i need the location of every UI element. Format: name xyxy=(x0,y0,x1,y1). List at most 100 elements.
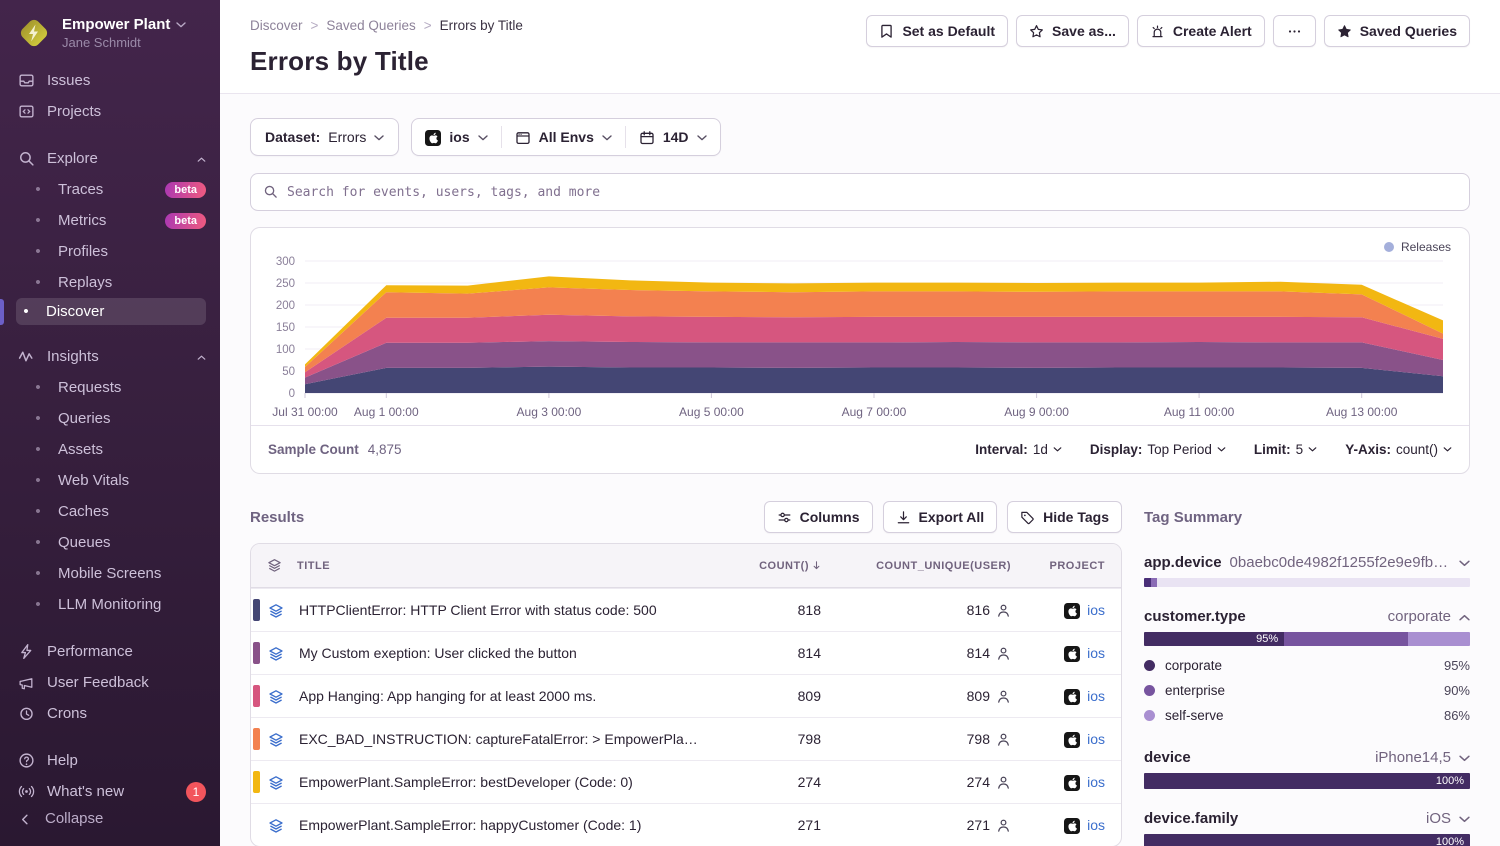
environment-filter[interactable]: All Envs xyxy=(502,119,625,155)
column-header-count-unique[interactable]: COUNT_UNIQUE(USER) xyxy=(821,560,1011,572)
hide-tags-button[interactable]: Hide Tags xyxy=(1007,501,1122,533)
chevron-down-icon xyxy=(176,16,186,33)
chevron-down-icon xyxy=(374,129,384,145)
button-label: Hide Tags xyxy=(1043,509,1109,525)
inbox-icon xyxy=(18,72,35,89)
event-title-link[interactable]: App Hanging: App hanging for at least 20… xyxy=(297,688,701,704)
sidebar-item-mobile-screens[interactable]: •Mobile Screens xyxy=(0,558,220,589)
interval-dropdown[interactable]: Interval:1d xyxy=(975,442,1062,457)
project-link[interactable]: ios xyxy=(1087,774,1105,790)
column-header-count[interactable]: COUNT() xyxy=(701,560,821,572)
sidebar-item-issues[interactable]: Issues xyxy=(0,65,220,96)
sidebar-item-queues[interactable]: •Queues xyxy=(0,527,220,558)
set-as-default-button[interactable]: Set as Default xyxy=(866,15,1008,47)
saved-queries-button[interactable]: Saved Queries xyxy=(1324,15,1470,47)
sidebar-item-projects[interactable]: Projects xyxy=(0,96,220,127)
project-link[interactable]: ios xyxy=(1087,817,1105,833)
legend-dot xyxy=(1384,242,1394,252)
facet-header[interactable]: device.familyiOS xyxy=(1144,810,1470,827)
sidebar-item-metrics[interactable]: •Metricsbeta xyxy=(0,205,220,236)
layers-icon xyxy=(268,646,284,662)
svg-text:Aug 1 00:00: Aug 1 00:00 xyxy=(354,405,419,419)
breadcrumb-item[interactable]: Discover xyxy=(250,18,303,33)
event-title-link[interactable]: EmpowerPlant.SampleError: happyCustomer … xyxy=(297,817,701,833)
layers-icon xyxy=(268,689,284,705)
tag-facet-device.family: device.familyiOS100% xyxy=(1144,810,1470,846)
column-header-project[interactable]: PROJECT xyxy=(1011,560,1121,572)
sidebar-item-user-feedback[interactable]: User Feedback xyxy=(0,667,220,698)
count-unique-value: 798 xyxy=(821,731,1011,748)
create-alert-button[interactable]: Create Alert xyxy=(1137,15,1265,47)
sidebar-item-replays[interactable]: •Replays xyxy=(0,267,220,298)
button-label: Columns xyxy=(800,509,860,525)
collapse-button[interactable]: Collapse xyxy=(0,803,220,834)
sidebar-item-discover[interactable]: •Discover xyxy=(16,298,206,325)
facet-header[interactable]: app.device0baebc0de4982f1255f2e9e9fb7… xyxy=(1144,554,1470,571)
broadcast-icon xyxy=(18,783,35,800)
sidebar-item-help[interactable]: Help xyxy=(0,745,220,776)
svg-text:Jul 31 00:00: Jul 31 00:00 xyxy=(272,405,338,419)
sidebar-item-crons[interactable]: Crons xyxy=(0,698,220,729)
star-icon xyxy=(1029,24,1044,39)
sidebar-item-requests[interactable]: •Requests xyxy=(0,372,220,403)
facet-header[interactable]: deviceiPhone14,5 xyxy=(1144,749,1470,766)
save-as-button[interactable]: Save as... xyxy=(1016,15,1129,47)
chev-down-icon xyxy=(374,135,384,141)
active-nav-accent xyxy=(0,299,4,325)
sidebar-item-label: Discover xyxy=(46,303,104,320)
facet-item[interactable]: corporate95% xyxy=(1144,653,1470,678)
sidebar-item-label: What's new xyxy=(47,783,124,800)
sidebar-group-explore[interactable]: Explore xyxy=(0,143,220,174)
sidebar-item-traces[interactable]: •Tracesbeta xyxy=(0,174,220,205)
legend-releases[interactable]: Releases xyxy=(1384,240,1451,254)
dataset-filter[interactable]: Dataset: Errors xyxy=(250,118,399,156)
project-link[interactable]: ios xyxy=(1087,645,1105,661)
sidebar-item-profiles[interactable]: •Profiles xyxy=(0,236,220,267)
facet-header[interactable]: customer.typecorporate xyxy=(1144,608,1470,625)
export-all-button[interactable]: Export All xyxy=(883,501,998,533)
layers-icon xyxy=(268,601,284,618)
sidebar-item-llm-monitoring[interactable]: •LLM Monitoring xyxy=(0,589,220,620)
chevron-down-icon xyxy=(1459,749,1470,766)
table-row: EmpowerPlant.SampleError: bestDeveloper … xyxy=(251,760,1121,803)
code-project-icon xyxy=(18,103,35,120)
bullet-icon: • xyxy=(30,503,46,520)
project-filter[interactable]: ios xyxy=(412,119,500,155)
project-link[interactable]: ios xyxy=(1087,731,1105,747)
y-axis-dropdown[interactable]: Y-Axis:count() xyxy=(1345,442,1452,457)
sidebar-item-web-vitals[interactable]: •Web Vitals xyxy=(0,465,220,496)
project-link[interactable]: ios xyxy=(1087,688,1105,704)
columns-button[interactable]: Columns xyxy=(764,501,873,533)
event-title-link[interactable]: My Custom exeption: User clicked the but… xyxy=(297,645,701,661)
event-title-link[interactable]: EXC_BAD_INSTRUCTION: captureFatalError: … xyxy=(297,731,701,747)
event-title-link[interactable]: EmpowerPlant.SampleError: bestDeveloper … xyxy=(297,774,701,790)
tag-facet-device: deviceiPhone14,5100% xyxy=(1144,749,1470,789)
person-icon xyxy=(996,818,1011,833)
page-title: Errors by Title xyxy=(250,46,1470,77)
search-input[interactable] xyxy=(287,185,1457,200)
chevron-up-icon xyxy=(1459,608,1470,625)
facet-item[interactable]: self-serve86% xyxy=(1144,703,1470,728)
more-options-button[interactable] xyxy=(1273,15,1316,47)
facet-name: app.device xyxy=(1144,554,1222,571)
project-link[interactable]: ios xyxy=(1087,602,1105,618)
facet-item[interactable]: enterprise90% xyxy=(1144,678,1470,703)
person-icon xyxy=(996,646,1011,661)
column-header-title[interactable]: TITLE xyxy=(297,560,701,572)
limit-dropdown[interactable]: Limit:5 xyxy=(1254,442,1317,457)
sidebar-item-assets[interactable]: •Assets xyxy=(0,434,220,465)
sidebar-item-queries[interactable]: •Queries xyxy=(0,403,220,434)
breadcrumb-item[interactable]: Saved Queries xyxy=(326,18,415,33)
bullet-icon: • xyxy=(30,596,46,613)
sidebar-group-insights[interactable]: Insights xyxy=(0,341,220,372)
chev-up-icon xyxy=(197,355,206,360)
display-dropdown[interactable]: Display:Top Period xyxy=(1090,442,1226,457)
org-switcher[interactable]: Empower Plant Jane Schmidt xyxy=(0,0,220,63)
date-range-filter[interactable]: 14D xyxy=(626,119,720,155)
svg-text:Aug 13 00:00: Aug 13 00:00 xyxy=(1326,405,1398,419)
sidebar-item-performance[interactable]: Performance xyxy=(0,636,220,667)
bar-segment xyxy=(1157,578,1470,587)
chev-down-icon xyxy=(697,135,707,141)
event-title-link[interactable]: HTTPClientError: HTTP Client Error with … xyxy=(297,602,701,618)
sidebar-item-caches[interactable]: •Caches xyxy=(0,496,220,527)
